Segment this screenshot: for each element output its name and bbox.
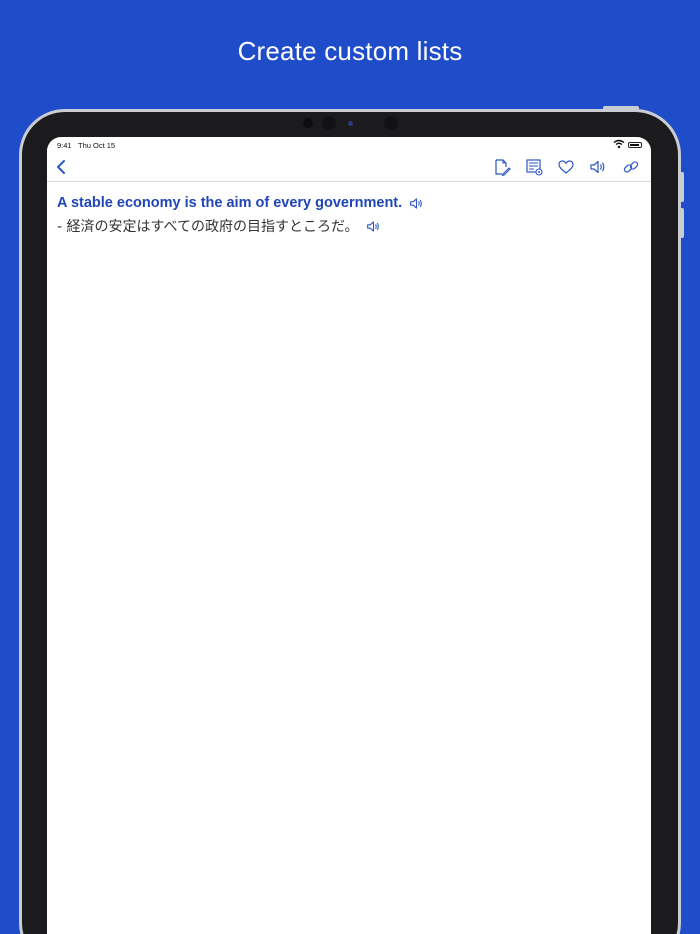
japanese-sentence-row: - 経済の安定はすべての政府の目指すところだ。	[57, 216, 641, 236]
promo-stage: Create custom lists 9:41 Thu Oct 15 A st…	[0, 0, 700, 934]
link-icon[interactable]	[622, 158, 640, 176]
status-bar: 9:41 Thu Oct 15	[47, 137, 651, 153]
english-sentence-row: A stable economy is the aim of every gov…	[57, 193, 641, 213]
app-screen: 9:41 Thu Oct 15 A stable economy is the …	[47, 137, 651, 934]
english-sentence: A stable economy is the aim of every gov…	[57, 195, 403, 211]
japanese-translation: - 経済の安定はすべての政府の目指すところだ。	[57, 219, 359, 235]
sensor-dot	[366, 121, 371, 126]
indicator-light	[348, 121, 353, 126]
list-settings-icon[interactable]	[525, 158, 543, 176]
battery-icon	[628, 142, 642, 148]
face-id-sensor	[384, 116, 398, 130]
speaker-icon[interactable]	[409, 196, 424, 211]
speaker-icon[interactable]	[589, 158, 607, 176]
speaker-icon[interactable]	[366, 219, 381, 234]
edit-note-icon[interactable]	[493, 158, 511, 176]
sensor-dot	[303, 118, 313, 128]
wifi-icon	[613, 139, 625, 149]
chevron-left-icon[interactable]	[53, 158, 71, 176]
promo-headline: Create custom lists	[237, 36, 463, 66]
front-camera	[322, 116, 336, 130]
sentence-entry: A stable economy is the aim of every gov…	[57, 193, 641, 236]
heart-icon[interactable]	[557, 158, 575, 176]
status-date: Thu Oct 15	[78, 141, 116, 150]
status-time: 9:41	[57, 141, 72, 150]
toolbar	[47, 153, 651, 182]
